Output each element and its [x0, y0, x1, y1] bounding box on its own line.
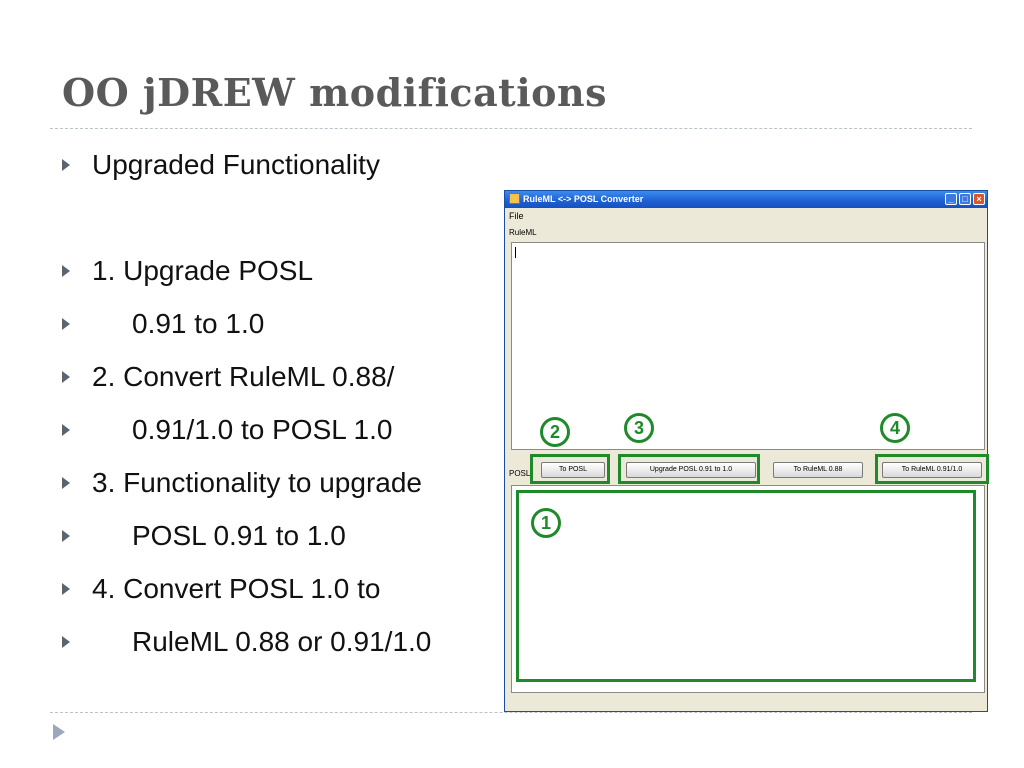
bullet-arrow-icon: [62, 264, 70, 277]
bullet-text: POSL 0.91 to 1.0: [132, 520, 346, 551]
bullet-item: 2. Convert RuleML 0.88/: [62, 361, 394, 393]
close-icon[interactable]: ×: [973, 193, 985, 205]
menu-file[interactable]: File: [509, 211, 524, 221]
footer-arrow-icon: [53, 724, 65, 740]
bullet-text: Upgraded Functionality: [92, 149, 380, 180]
bullet-arrow-icon: [62, 529, 70, 542]
bullet-text: 4. Convert POSL 1.0 to: [92, 573, 381, 604]
bullet-arrow-icon: [62, 423, 70, 436]
bullet-item: POSL 0.91 to 1.0: [62, 520, 346, 552]
bullet-text: 2. Convert RuleML 0.88/: [92, 361, 395, 392]
callout-box-to-ruleml: [875, 454, 989, 484]
callout-number-3: 3: [624, 413, 654, 443]
bullet-item: 3. Functionality to upgrade: [62, 467, 422, 499]
footer-divider: [50, 712, 972, 713]
to-ruleml-088-button[interactable]: To RuleML 0.88: [773, 462, 863, 478]
callout-number-2: 2: [540, 417, 570, 447]
bullet-arrow-icon: [62, 476, 70, 489]
posl-label: POSL: [509, 469, 531, 478]
minimize-icon[interactable]: _: [945, 193, 957, 205]
bullet-arrow-icon: [62, 158, 70, 171]
bullet-arrow-icon: [62, 317, 70, 330]
callout-number-4: 4: [880, 413, 910, 443]
bullet-text: 3. Functionality to upgrade: [92, 467, 422, 498]
callout-box-to-posl: [530, 454, 610, 484]
bullet-arrow-icon: [62, 635, 70, 648]
ruleml-label: RuleML: [509, 228, 537, 237]
bullet-item: 0.91/1.0 to POSL 1.0: [62, 414, 392, 446]
bullet-item: Upgraded Functionality: [62, 149, 380, 181]
bullet-item: 1. Upgrade POSL: [62, 255, 313, 287]
callout-box-upgrade: [618, 454, 760, 484]
bullet-item: RuleML 0.88 or 0.91/1.0: [62, 626, 431, 658]
title-divider: [50, 128, 972, 129]
text-caret: [515, 247, 516, 258]
bullet-item: 0.91 to 1.0: [62, 308, 264, 340]
java-app-icon: [509, 193, 520, 205]
maximize-icon[interactable]: □: [959, 193, 971, 205]
slide-title: OO jDREW modifications: [62, 70, 608, 115]
bullet-text: 0.91/1.0 to POSL 1.0: [132, 414, 393, 445]
ruleml-textarea[interactable]: [511, 242, 985, 450]
window-titlebar[interactable]: RuleML <-> POSL Converter _ □ ×: [505, 191, 987, 208]
callout-box-posl-area: [516, 490, 976, 682]
bullet-text: 0.91 to 1.0: [132, 308, 265, 339]
bullet-arrow-icon: [62, 370, 70, 383]
bullet-item: 4. Convert POSL 1.0 to: [62, 573, 380, 605]
bullet-text: RuleML 0.88 or 0.91/1.0: [132, 626, 432, 657]
window-title: RuleML <-> POSL Converter: [523, 194, 644, 204]
bullet-text: 1. Upgrade POSL: [92, 255, 314, 286]
callout-number-1: 1: [531, 508, 561, 538]
bullet-arrow-icon: [62, 582, 70, 595]
